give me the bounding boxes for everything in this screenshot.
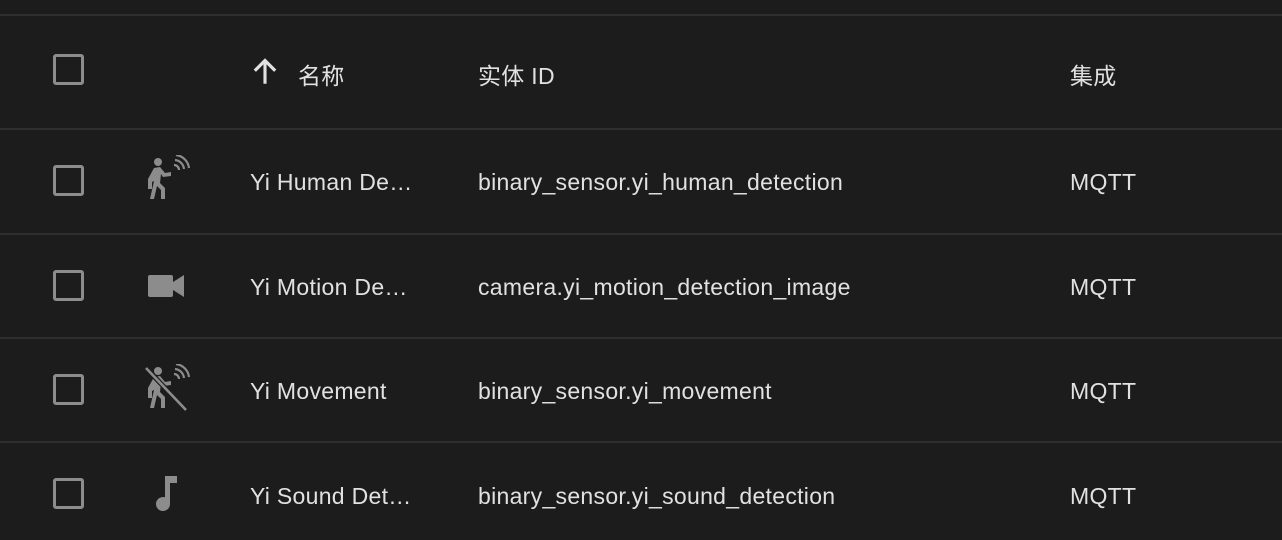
entities-table: 名称 实体 ID 集成 Yi Human De… binary_sensor.y… [0,0,1282,540]
table-row[interactable]: Yi Human De… binary_sensor.yi_human_dete… [0,130,1282,235]
entity-id-column-header[interactable]: 实体 ID [478,57,555,91]
table-row[interactable]: Yi Sound Det… binary_sensor.yi_sound_det… [0,443,1282,540]
row-checkbox[interactable] [53,270,84,301]
row-checkbox[interactable] [53,478,84,509]
row-checkbox[interactable] [53,374,84,405]
entity-integration: MQTT [1070,169,1137,195]
entity-name: Yi Human De… [250,169,413,195]
music-note-icon [156,476,177,512]
entity-name: Yi Movement [250,378,387,404]
entity-name: Yi Sound Det… [250,483,412,509]
name-column-header[interactable]: 名称 [298,57,345,91]
entity-name: Yi Motion De… [250,274,408,300]
entity-id: binary_sensor.yi_sound_detection [478,483,836,509]
row-checkbox[interactable] [53,165,84,196]
motion-sensor-icon [148,155,191,199]
video-camera-icon [148,275,184,297]
table-row[interactable]: Yi Motion De… camera.yi_motion_detection… [0,235,1282,339]
select-all-checkbox[interactable] [53,54,84,85]
entity-integration: MQTT [1070,274,1137,300]
entity-id: camera.yi_motion_detection_image [478,274,851,300]
entity-integration: MQTT [1070,483,1137,509]
table-header-row: 名称 实体 ID 集成 [0,16,1282,130]
integration-column-header[interactable]: 集成 [1070,57,1117,91]
entity-id: binary_sensor.yi_human_detection [478,169,844,195]
entity-integration: MQTT [1070,378,1137,404]
table-row[interactable]: Yi Movement binary_sensor.yi_movement MQ… [0,339,1282,443]
entity-id: binary_sensor.yi_movement [478,378,772,404]
motion-sensor-off-icon [144,364,191,412]
sort-ascending-arrow-icon[interactable] [248,54,282,88]
